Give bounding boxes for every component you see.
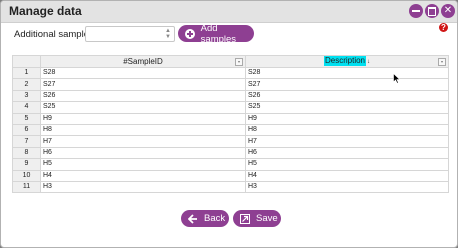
sampleid-cell[interactable]: H6 — [40, 146, 246, 160]
table-row: 1 S28 S28 — [12, 66, 449, 80]
description-cell[interactable]: S26 — [245, 89, 449, 103]
column-header-label: #SampleID — [123, 56, 163, 66]
filter-icon[interactable]: ▾ — [438, 58, 446, 66]
row-index-cell: 11 — [12, 180, 41, 194]
table-row: 11 H3 H3 — [12, 180, 449, 194]
sampleid-cell[interactable]: S28 — [40, 66, 246, 80]
sampleid-cell[interactable]: H5 — [40, 158, 246, 171]
add-samples-label: Add samples — [200, 22, 237, 45]
row-index-cell: 1 — [12, 66, 41, 80]
description-cell[interactable]: H8 — [245, 123, 449, 137]
additional-samples-select[interactable]: ▲ ▼ — [85, 26, 175, 42]
table-row: 2 S27 S27 — [12, 78, 449, 91]
minimize-icon[interactable] — [409, 4, 423, 18]
row-index-cell: 6 — [12, 123, 41, 137]
back-button[interactable]: Back — [181, 210, 229, 227]
row-index-header — [12, 55, 41, 68]
description-cell[interactable]: H7 — [245, 135, 449, 148]
table-row: 6 H8 H8 — [12, 123, 449, 137]
row-index-cell: 7 — [12, 135, 41, 148]
sort-descending-icon: ↓ — [367, 59, 370, 65]
manage-data-dialog: Manage data ✕ ? Additional samples: ▲ ▼ A… — [0, 0, 458, 248]
column-header-label: Description — [323, 56, 366, 66]
sampleid-cell[interactable]: H4 — [40, 169, 246, 182]
table-row: 9 H5 H5 — [12, 158, 449, 171]
table-row: 4 S25 S25 — [12, 101, 449, 114]
table-row: 10 H4 H4 — [12, 169, 449, 182]
row-index-cell: 10 — [12, 169, 41, 182]
mouse-cursor-icon — [393, 73, 401, 84]
arrow-left-icon — [187, 213, 199, 225]
row-index-cell: 8 — [12, 146, 41, 160]
sampleid-cell[interactable]: H8 — [40, 123, 246, 137]
column-header-sampleid[interactable]: #SampleID ▾ — [40, 55, 246, 68]
table-row: 7 H7 H7 — [12, 135, 449, 148]
title-bar: Manage data ✕ — [1, 1, 457, 23]
description-cell[interactable]: H3 — [245, 180, 449, 194]
sampleid-cell[interactable]: H3 — [40, 180, 246, 194]
dialog-title: Manage data — [9, 4, 82, 18]
select-caret-icon: ▲ ▼ — [165, 28, 171, 40]
description-cell[interactable]: S27 — [245, 78, 449, 91]
column-header-description[interactable]: Description ↓ ▾ — [245, 55, 449, 68]
row-index-cell: 5 — [12, 112, 41, 125]
description-cell[interactable]: S28 — [245, 66, 449, 80]
maximize-icon[interactable] — [425, 4, 439, 18]
row-index-cell: 4 — [12, 101, 41, 114]
plus-icon — [184, 28, 196, 40]
save-label: Save — [256, 213, 278, 224]
close-icon[interactable]: ✕ — [441, 4, 455, 18]
save-icon — [239, 213, 251, 225]
description-cell[interactable]: H9 — [245, 112, 449, 125]
table-row: 8 H6 H6 — [12, 146, 449, 160]
table-body: 1 S28 S28 2 S27 S27 3 S26 S26 4 S25 S25 5 H9 H9 6 H8 H8 7 H… — [12, 66, 449, 194]
description-cell[interactable]: H6 — [245, 146, 449, 160]
samples-table: #SampleID ▾ Description ↓ ▾ 1 S28 S28 2 S27 S2… — [12, 55, 449, 194]
add-samples-button[interactable]: Add samples — [178, 22, 254, 45]
filter-icon[interactable]: ▾ — [235, 58, 243, 66]
sampleid-cell[interactable]: S27 — [40, 78, 246, 91]
description-cell[interactable]: H5 — [245, 158, 449, 171]
description-cell[interactable]: S25 — [245, 101, 449, 114]
row-index-cell: 9 — [12, 158, 41, 171]
sampleid-cell[interactable]: H9 — [40, 112, 246, 125]
help-icon[interactable]: ? — [439, 23, 448, 32]
sampleid-cell[interactable]: S25 — [40, 101, 246, 114]
description-cell[interactable]: H4 — [245, 169, 449, 182]
sampleid-cell[interactable]: S26 — [40, 89, 246, 103]
row-index-cell: 3 — [12, 89, 41, 103]
table-header-row: #SampleID ▾ Description ↓ ▾ — [12, 55, 449, 68]
save-button[interactable]: Save — [233, 210, 281, 227]
sampleid-cell[interactable]: H7 — [40, 135, 246, 148]
row-index-cell: 2 — [12, 78, 41, 91]
table-row: 3 S26 S26 — [12, 89, 449, 103]
table-row: 5 H9 H9 — [12, 112, 449, 125]
back-label: Back — [204, 213, 226, 224]
